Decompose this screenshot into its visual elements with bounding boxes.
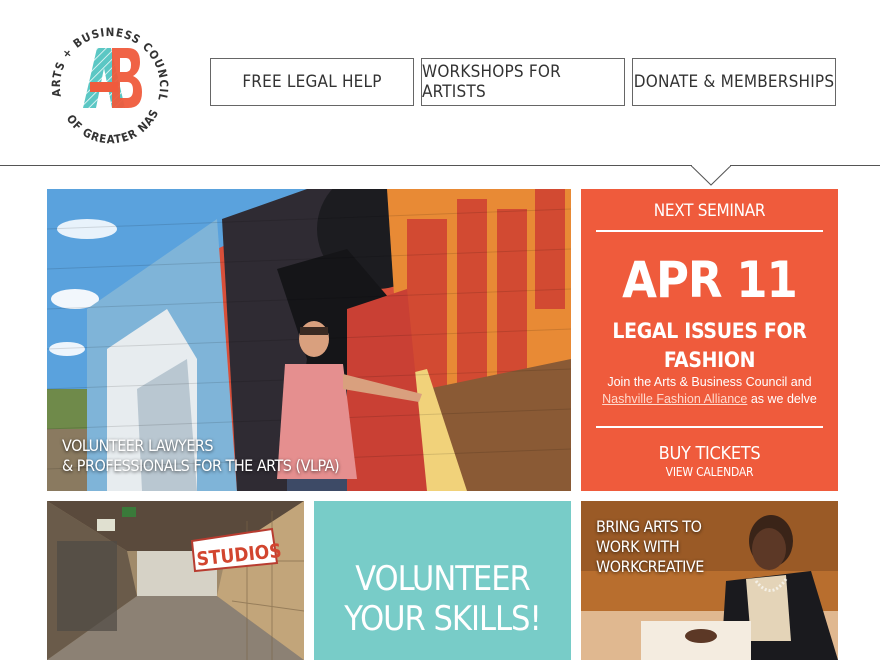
nav-workshops-for-artists[interactable]: WORKSHOPS FOR ARTISTS	[421, 58, 625, 106]
vlpa-caption: VOLUNTEER LAWYERS & PROFESSIONALS FOR TH…	[62, 436, 340, 476]
workcreative-line2: WORK WITH	[596, 537, 680, 556]
ab-council-logo[interactable]: ARTS + BUSINESS COUNCIL OF GREATER NASHV…	[40, 12, 180, 152]
next-seminar-tile: NEXT SEMINAR APR 11 LEGAL ISSUES FOR FAS…	[581, 189, 838, 491]
vlpa-feature-tile[interactable]: VOLUNTEER LAWYERS & PROFESSIONALS FOR TH…	[47, 189, 571, 491]
header-divider	[0, 165, 880, 166]
nav-free-legal-help[interactable]: FREE LEGAL HELP	[210, 58, 414, 106]
volunteer-skills-tile[interactable]: VOLUNTEER YOUR SKILLS!	[314, 501, 571, 660]
header-notch	[691, 165, 731, 186]
workcreative-line3: WORKCREATIVE	[596, 557, 704, 576]
seminar-title-line2: FASHION	[663, 348, 756, 372]
vlpa-caption-line1: VOLUNTEER LAWYERS	[62, 436, 214, 455]
studios-photo-tile[interactable]: STUDIOS	[47, 501, 304, 660]
vlpa-caption-line2: & PROFESSIONALS FOR THE ARTS (VLPA)	[62, 456, 340, 475]
nashville-fashion-alliance-link[interactable]: Nashville Fashion Alliance	[602, 392, 747, 406]
volunteer-skills-heading: VOLUNTEER YOUR SKILLS!	[314, 559, 571, 639]
seminar-title[interactable]: LEGAL ISSUES FOR FASHION	[601, 317, 818, 375]
workcreative-tile[interactable]: BRING ARTS TO WORK WITH WORKCREATIVE	[581, 501, 838, 660]
next-seminar-heading: NEXT SEMINAR	[653, 201, 766, 221]
nav-donate-memberships[interactable]: DONATE & MEMBERSHIPS	[632, 58, 836, 106]
seminar-divider-top	[596, 230, 823, 232]
buy-tickets-link[interactable]: BUY TICKETS	[581, 443, 838, 464]
studios-hallway-photo: STUDIOS	[47, 501, 304, 660]
seminar-date: APR 11	[622, 251, 798, 309]
site-header: ARTS + BUSINESS COUNCIL OF GREATER NASHV…	[0, 0, 880, 186]
workcreative-caption: BRING ARTS TO WORK WITH WORKCREATIVE	[596, 517, 704, 577]
seminar-description: Join the Arts & Business Council and Nas…	[591, 374, 828, 408]
volunteer-line2: YOUR SKILLS!	[344, 599, 541, 639]
seminar-desc-before: Join the Arts & Business Council and	[607, 375, 812, 389]
volunteer-line1: VOLUNTEER	[355, 559, 531, 599]
seminar-divider-bottom	[596, 426, 823, 428]
seminar-desc-after: as we delve	[747, 392, 817, 406]
view-calendar-link[interactable]: VIEW CALENDAR	[581, 465, 838, 479]
seminar-title-line1: LEGAL ISSUES FOR	[612, 319, 807, 343]
workcreative-line1: BRING ARTS TO	[596, 517, 702, 536]
